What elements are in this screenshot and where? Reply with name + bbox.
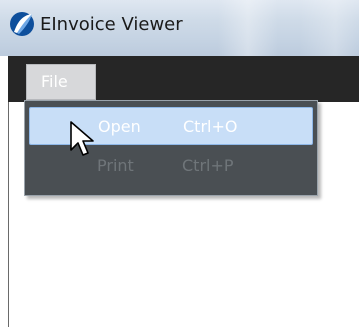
window-title: EInvoice Viewer	[40, 14, 183, 35]
title-bar-glass-highlight	[300, 0, 359, 56]
menu-item-print-label: Print	[97, 156, 134, 175]
menu-item-print-shortcut: Ctrl+P	[182, 156, 234, 175]
mouse-pointer-icon	[70, 121, 94, 156]
app-logo-icon	[10, 12, 34, 36]
menu-item-open-label: Open	[98, 117, 141, 136]
menu-item-open-shortcut: Ctrl+O	[183, 117, 238, 136]
title-bar-glass-highlight	[218, 0, 278, 56]
app-window: EInvoice Viewer File Open Ctrl+O Print C…	[0, 0, 359, 327]
title-bar[interactable]: EInvoice Viewer	[0, 0, 359, 56]
menu-file-label: File	[41, 72, 68, 91]
client-area-border	[8, 102, 9, 327]
menu-file[interactable]: File	[26, 64, 96, 100]
